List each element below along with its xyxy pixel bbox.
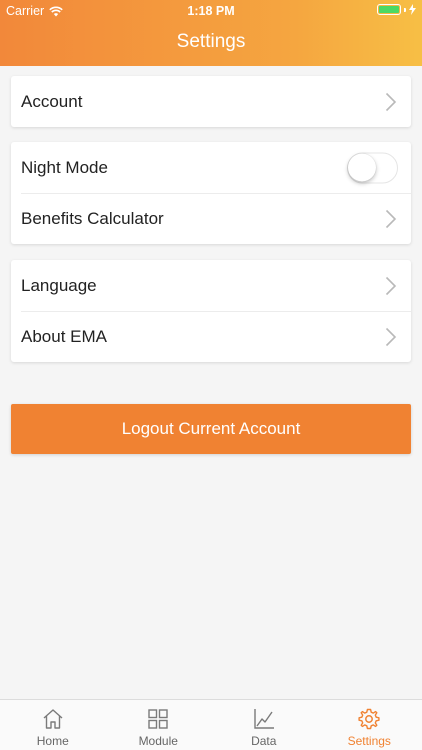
status-right [377,4,416,15]
logout-button[interactable]: Logout Current Account [11,404,411,454]
night-mode-toggle[interactable] [347,152,398,183]
preferences-group: Night Mode Benefits Calculator [11,142,411,244]
night-mode-row: Night Mode [11,142,411,193]
tab-bar: Home Module Data Settings [0,699,422,750]
info-group: Language About EMA [11,260,411,362]
gear-icon [358,708,380,730]
tab-settings-label: Settings [347,734,391,748]
night-mode-label: Night Mode [21,157,108,177]
page-title: Settings [176,31,246,52]
chart-icon [254,709,274,729]
benefits-calculator-label: Benefits Calculator [21,208,164,228]
tab-module[interactable]: Module [106,700,212,750]
home-icon [43,709,63,729]
battery-icon [377,4,401,15]
grid-icon [148,709,168,729]
chevron-right-icon [385,327,397,346]
tab-home-label: Home [36,734,69,748]
tab-data[interactable]: Data [211,700,317,750]
language-row[interactable]: Language [11,260,411,311]
header: Carrier 1:18 PM Settings [0,0,422,66]
about-row[interactable]: About EMA [11,311,411,362]
benefits-calculator-row[interactable]: Benefits Calculator [11,193,411,244]
tab-data-label: Data [251,734,277,748]
language-label: Language [21,275,97,295]
settings-screen: Carrier 1:18 PM Settings Account Night M… [0,0,422,750]
chevron-right-icon [385,209,397,228]
status-time: 1:18 PM [187,4,235,18]
account-row[interactable]: Account [11,76,411,127]
account-label: Account [21,91,83,111]
tab-module-label: Module [138,734,178,748]
chevron-right-icon [385,92,397,111]
chevron-right-icon [385,276,397,295]
charging-icon [409,4,416,15]
about-label: About EMA [21,326,107,346]
tab-settings[interactable]: Settings [317,700,422,750]
account-group: Account [11,76,411,127]
tab-home[interactable]: Home [0,700,106,750]
toggle-knob [348,153,376,181]
battery-tip [404,7,406,12]
status-bar: Carrier 1:18 PM [0,0,422,22]
